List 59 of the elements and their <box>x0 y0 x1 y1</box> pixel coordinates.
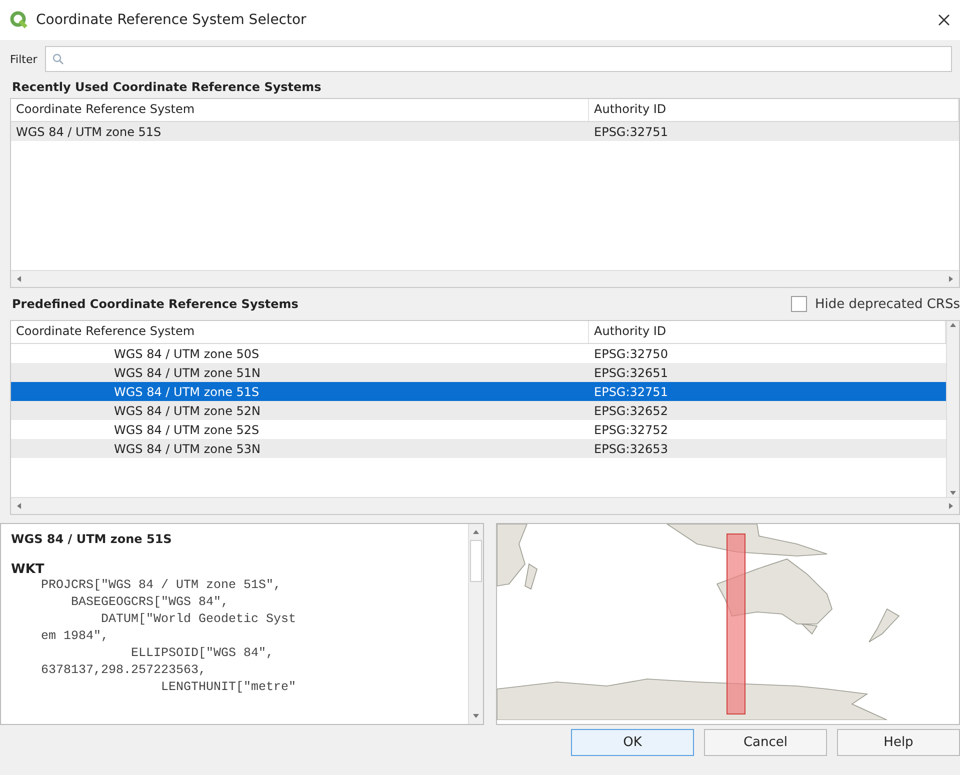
down-arrow-icon[interactable] <box>472 712 480 720</box>
vertical-scrollbar[interactable] <box>946 321 959 497</box>
crs-row[interactable]: WGS 84 / UTM zone 50S EPSG:32750 <box>11 344 946 363</box>
crs-name: WGS 84 / UTM zone 52N <box>113 404 262 418</box>
filter-field[interactable] <box>45 46 952 72</box>
authority-id: EPSG:32752 <box>593 422 669 436</box>
crs-name: WGS 84 / UTM zone 53N <box>113 442 262 456</box>
crs-row[interactable]: WGS 84 / UTM zone 52N EPSG:32652 <box>11 401 946 420</box>
right-arrow-icon[interactable] <box>947 502 955 510</box>
left-arrow-icon[interactable] <box>15 502 23 510</box>
authority-id: EPSG:32751 <box>593 384 669 398</box>
section-heading: Recently Used Coordinate Reference Systems <box>11 79 322 96</box>
horizontal-scrollbar[interactable] <box>11 270 959 287</box>
wkt-line: ELLIPSOID["WGS 84", <box>130 645 275 662</box>
wkt-line: em 1984", <box>40 628 110 645</box>
scrollbar-thumb[interactable] <box>470 540 482 582</box>
column-header[interactable]: Authority ID <box>589 99 959 121</box>
crs-row[interactable]: WGS 84 / UTM zone 51S EPSG:32751 <box>11 382 946 401</box>
crs-row[interactable]: WGS 84 / UTM zone 52S EPSG:32752 <box>11 420 946 439</box>
authority-id: EPSG:32651 <box>593 366 669 380</box>
authority-id: EPSG:32751 <box>593 124 669 138</box>
down-arrow-icon[interactable] <box>949 489 957 497</box>
column-header[interactable]: Coordinate Reference System <box>11 321 589 343</box>
authority-id: EPSG:32653 <box>593 442 669 456</box>
crs-name: WGS 84 / UTM zone 52S <box>113 422 260 436</box>
dialog-button[interactable]: OK <box>571 729 694 756</box>
column-header[interactable]: Coordinate Reference System <box>11 99 589 121</box>
hide-deprecated-checkbox[interactable] <box>790 296 807 312</box>
horizontal-scrollbar[interactable] <box>11 497 959 514</box>
section-heading: Predefined Coordinate Reference Systems <box>12 297 298 311</box>
crs-title: WGS 84 / UTM zone 51S <box>11 532 173 546</box>
close-icon[interactable] <box>938 14 950 26</box>
filter-label: Filter <box>10 52 38 66</box>
search-icon <box>52 53 64 65</box>
crs-name: WGS 84 / UTM zone 51N <box>113 366 262 380</box>
vertical-scrollbar[interactable] <box>468 524 483 724</box>
crs-row[interactable]: WGS 84 / UTM zone 51S EPSG:32751 <box>11 122 959 141</box>
app-logo-icon <box>10 11 28 29</box>
wkt-label: WKT <box>11 562 46 577</box>
crs-name: WGS 84 / UTM zone 51S <box>15 124 162 138</box>
authority-id: EPSG:32750 <box>593 346 669 360</box>
right-arrow-icon[interactable] <box>947 275 955 283</box>
crs-name: WGS 84 / UTM zone 51S <box>113 384 260 398</box>
dialog-button[interactable]: Cancel <box>704 729 827 756</box>
window-title: Coordinate Reference System Selector <box>36 12 308 28</box>
wkt-line: 6378137,298.257223563, <box>40 662 208 679</box>
crs-row[interactable]: WGS 84 / UTM zone 51N EPSG:32651 <box>11 363 946 382</box>
up-arrow-icon[interactable] <box>472 528 480 536</box>
wkt-line: PROJCRS["WGS 84 / UTM zone 51S", <box>40 577 282 594</box>
up-arrow-icon[interactable] <box>949 321 957 329</box>
authority-id: EPSG:32652 <box>593 404 669 418</box>
dialog-button[interactable]: Help <box>837 729 960 756</box>
crs-name: WGS 84 / UTM zone 50S <box>113 346 260 360</box>
wkt-line: LENGTHUNIT["metre" <box>160 679 298 696</box>
wkt-line: BASEGEOGCRS["WGS 84", <box>70 594 230 611</box>
checkbox-label: Hide deprecated CRSs <box>814 296 960 312</box>
crs-row[interactable]: WGS 84 / UTM zone 53N EPSG:32653 <box>11 439 946 458</box>
wkt-line: DATUM["World Geodetic Syst <box>100 611 298 628</box>
left-arrow-icon[interactable] <box>15 275 23 283</box>
